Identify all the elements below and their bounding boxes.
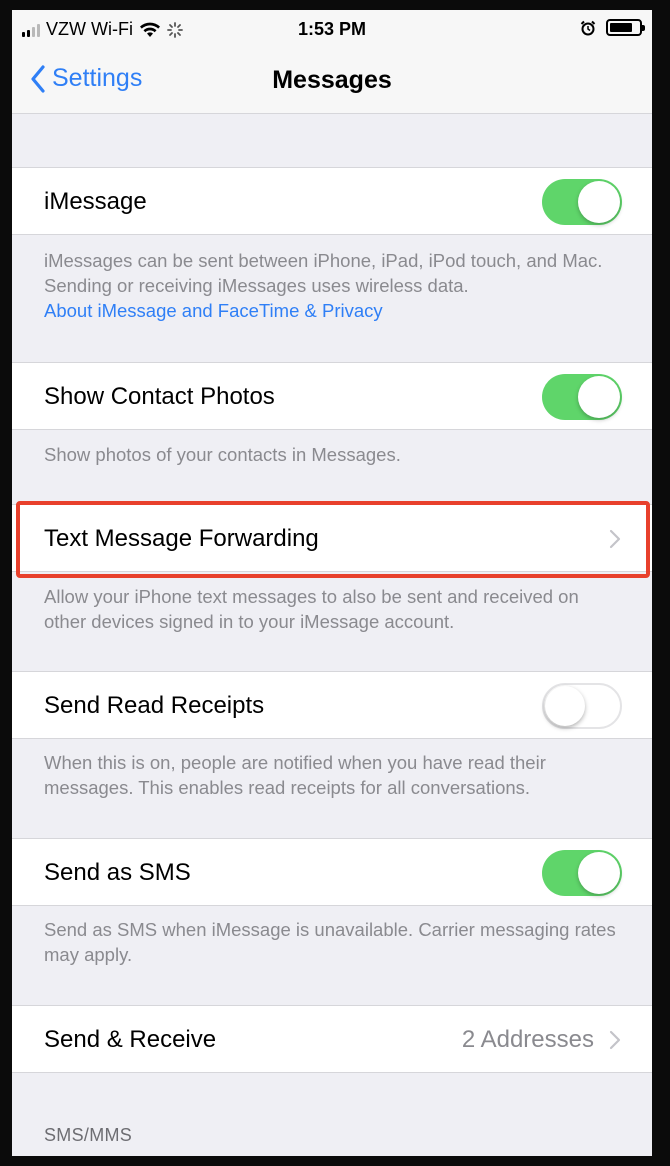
show-contact-photos-row: Show Contact Photos (12, 362, 652, 430)
send-as-sms-footer: Send as SMS when iMessage is unavailable… (44, 919, 616, 965)
status-right (580, 19, 645, 36)
toggle-knob (578, 376, 620, 418)
text-message-forwarding-row[interactable]: Text Message Forwarding (12, 504, 652, 572)
chevron-left-icon (31, 64, 45, 93)
imessage-footer-text: iMessages can be sent between iPhone, iP… (44, 250, 603, 296)
chevron-right-icon (609, 529, 621, 549)
show-contact-photos-label: Show Contact Photos (44, 383, 275, 410)
toggle-knob (578, 181, 620, 223)
send-receive-row[interactable]: Send & Receive 2 Addresses (12, 1005, 652, 1073)
send-read-receipts-label: Send Read Receipts (44, 692, 265, 719)
navigation-bar: Settings Messages (12, 50, 652, 114)
show-contact-photos-footer: Show photos of your contacts in Messages… (44, 444, 401, 465)
send-read-receipts-row: Send Read Receipts (12, 671, 652, 739)
back-button-label: Settings (52, 64, 143, 92)
battery-icon (606, 19, 645, 36)
status-left: VZW Wi-Fi (22, 19, 183, 40)
send-read-receipts-toggle[interactable] (542, 683, 622, 729)
text-message-forwarding-label: Text Message Forwarding (44, 525, 319, 552)
signal-icon (22, 23, 40, 37)
about-imessage-privacy-link[interactable]: About iMessage and FaceTime & Privacy (44, 298, 624, 323)
phone-screen: VZW Wi-Fi 1:53 PM Settings Messages iMes… (12, 10, 652, 1156)
wifi-icon (139, 22, 160, 37)
sms-mms-section-header: SMS/MMS (44, 1125, 133, 1145)
send-read-receipts-footer: When this is on, people are notified whe… (44, 752, 546, 798)
carrier-label: VZW Wi-Fi (46, 19, 133, 39)
send-receive-label: Send & Receive (44, 1026, 217, 1053)
toggle-knob (545, 686, 585, 726)
imessage-toggle[interactable] (542, 179, 622, 225)
status-bar: VZW Wi-Fi 1:53 PM (12, 10, 652, 50)
send-as-sms-label: Send as SMS (44, 859, 191, 886)
imessage-footer: iMessages can be sent between iPhone, iP… (44, 248, 624, 323)
send-as-sms-toggle[interactable] (542, 850, 622, 896)
alarm-icon (580, 20, 596, 35)
toggle-knob (578, 852, 620, 894)
imessage-row: iMessage (12, 167, 652, 235)
show-contact-photos-toggle[interactable] (542, 374, 622, 420)
chevron-right-icon (609, 1030, 621, 1050)
back-button[interactable]: Settings (30, 64, 142, 93)
send-receive-value: 2 Addresses (461, 1026, 594, 1053)
send-as-sms-row: Send as SMS (12, 838, 652, 906)
loading-spinner-icon (167, 21, 183, 38)
text-message-forwarding-footer: Allow your iPhone text messages to also … (44, 586, 579, 632)
imessage-label: iMessage (44, 188, 147, 215)
